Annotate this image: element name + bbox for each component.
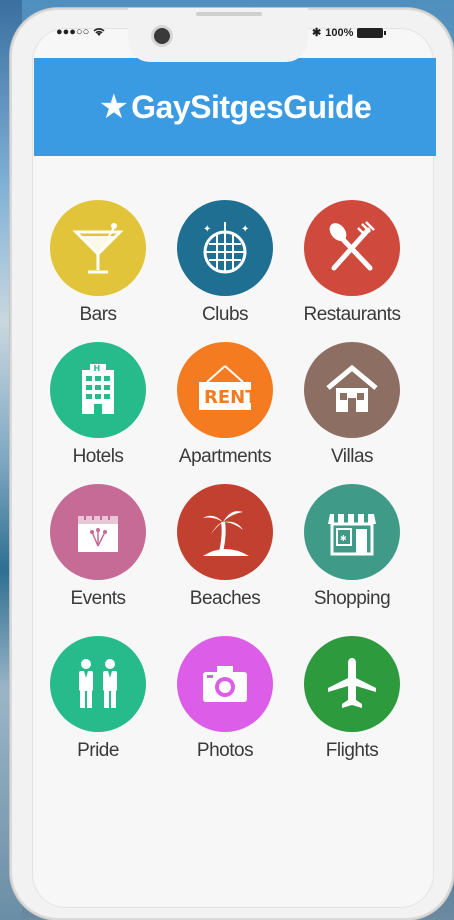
beaches-circle[interactable] [177,484,273,580]
front-camera [154,28,170,44]
apartments-circle[interactable]: RENT [177,342,273,438]
villas-circle[interactable] [304,342,400,438]
signal-icon: ●●●○○ [56,26,90,38]
restaurants-circle[interactable] [304,200,400,296]
category-pride[interactable]: Pride [34,636,162,762]
app-title: GaySitgesGuide [131,88,372,125]
shopping-circle[interactable]: ✱ [304,484,400,580]
calendar-icon [68,502,128,562]
category-shopping[interactable]: ✱ Shopping [288,484,416,610]
pride-circle[interactable] [50,636,146,732]
house-icon [322,360,382,420]
status-left: ●●●○○ [56,26,105,38]
svg-text:✱: ✱ [340,534,347,543]
flights-circle[interactable] [304,636,400,732]
category-flights[interactable]: Flights [288,636,416,762]
flights-label: Flights [325,740,379,761]
bars-circle[interactable] [50,200,146,296]
events-label: Events [70,588,126,609]
phone-screen [32,28,434,908]
battery-icon [357,27,387,38]
svg-text:H: H [94,364,101,373]
photos-label: Photos [196,740,254,761]
shopping-label: Shopping [313,588,391,609]
status-right: ✱ 100% [312,26,387,39]
clubs-label: Clubs [201,304,249,325]
shop-icon: ✱ [322,502,382,562]
category-restaurants[interactable]: Restaurants [288,200,416,326]
svg-text:✦: ✦ [241,224,249,235]
svg-text:RENT: RENT [204,387,257,408]
category-apartments[interactable]: RENT Apartments [161,342,289,468]
rent-sign-icon: RENT [193,360,257,420]
camera-icon [195,654,255,714]
svg-text:✦: ✦ [203,224,211,235]
category-events[interactable]: Events [34,484,162,610]
wifi-icon [93,27,105,37]
cocktail-icon [68,218,128,278]
palm-tree-icon [195,502,255,562]
couple-icon [68,654,128,714]
bluetooth-icon: ✱ [312,27,322,39]
category-beaches[interactable]: Beaches [161,484,289,610]
app-header: ★ GaySitgesGuide [34,58,436,156]
fork-knife-icon [322,218,382,278]
pride-label: Pride [77,740,119,761]
restaurants-label: Restaurants [303,304,401,325]
photos-circle[interactable] [177,636,273,732]
star-icon: ★ [98,88,130,126]
disco-ball-icon: ✦ ✦ [195,218,255,278]
category-hotels[interactable]: H Hotels [34,342,162,468]
category-villas[interactable]: Villas [288,342,416,468]
category-photos[interactable]: Photos [161,636,289,762]
battery-text: 100% [325,26,354,39]
beaches-label: Beaches [189,588,261,609]
clubs-circle[interactable]: ✦ ✦ [177,200,273,296]
category-clubs[interactable]: ✦ ✦ Clubs [161,200,289,326]
hotel-icon: H [68,360,128,420]
hotels-label: Hotels [72,446,124,467]
events-circle[interactable] [50,484,146,580]
apartments-label: Apartments [178,446,272,467]
hotels-circle[interactable]: H [50,342,146,438]
category-bars[interactable]: Bars [34,200,162,326]
villas-label: Villas [330,446,374,467]
airplane-icon [322,654,382,714]
bars-label: Bars [79,304,117,325]
speaker-grille [196,12,262,16]
